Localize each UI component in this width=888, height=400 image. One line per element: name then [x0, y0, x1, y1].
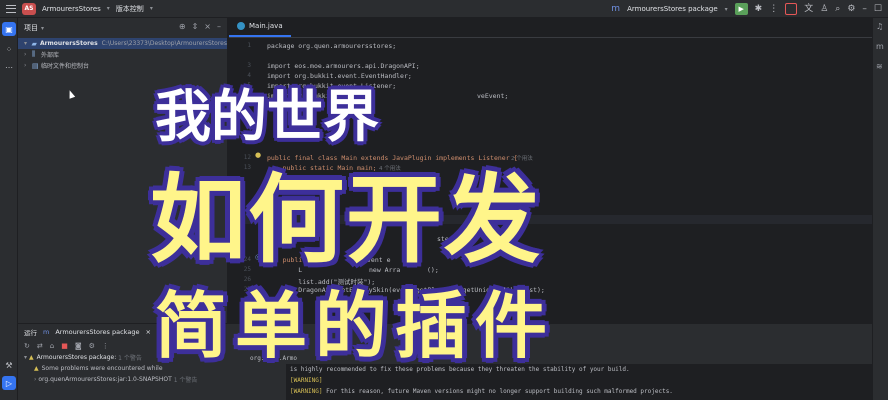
implements-marker-icon[interactable]: ●: [255, 151, 261, 159]
console-output[interactable]: org.quen.Armo is highly recommended to f…: [250, 355, 872, 400]
code-line: package org.quen.armourersstores;: [267, 42, 397, 50]
line-number: 12: [243, 154, 251, 161]
right-tool-strip: ♫ m ≋: [872, 18, 888, 400]
tree-item-project-root[interactable]: ▾ ▰ ArmourersStores C:\Users\23373\Deskt…: [18, 38, 227, 49]
chevron-right-icon[interactable]: ›: [24, 51, 32, 58]
build-tool-icon[interactable]: ⚒: [2, 358, 16, 372]
minimize-panel-icon[interactable]: –: [217, 22, 221, 31]
add-user-icon[interactable]: ♙: [820, 4, 828, 14]
maven-icon: m: [611, 3, 621, 14]
left-tool-strip: ▣ ⁘ ⋯ ⚒ ▷: [0, 18, 18, 400]
filter-icon[interactable]: ⌂: [50, 342, 54, 350]
stop-button[interactable]: [785, 3, 798, 15]
database-icon[interactable]: ≋: [876, 62, 883, 71]
project-panel-title[interactable]: 项目: [24, 23, 38, 33]
run-tree-note: 1 个警告: [173, 377, 198, 384]
tree-item-external-libraries[interactable]: › ⫼ 外部库: [18, 49, 227, 60]
console-line: [WARNING] For this reason, future Maven …: [286, 386, 872, 397]
run-panel-title[interactable]: 运行: [24, 327, 37, 337]
console-prefix: [WARNING]: [290, 388, 323, 395]
settings-icon[interactable]: ⚙: [89, 342, 95, 350]
java-file-icon: [237, 22, 245, 30]
line-number: 3: [247, 62, 251, 69]
folder-icon: ▰: [31, 39, 37, 48]
run-config-selector[interactable]: ArmourersStores package: [627, 5, 718, 13]
scratch-icon: ▤: [32, 61, 39, 70]
chevron-down-icon[interactable]: ▾: [24, 40, 32, 47]
code-line: import org.bukkit.event.EventHandler;: [267, 72, 412, 80]
run-tree-note: 1 个警告: [118, 355, 142, 362]
collapse-icon[interactable]: ⇕: [192, 22, 199, 31]
run-button[interactable]: ▶: [734, 3, 748, 15]
structure-tool-icon[interactable]: ⁘: [2, 42, 16, 56]
more-icon[interactable]: ⋮: [102, 342, 109, 350]
search-icon[interactable]: ⌕: [835, 4, 840, 14]
tree-item-label: 外部库: [41, 52, 60, 59]
chevron-down-icon[interactable]: ▾: [725, 6, 728, 13]
rerun-icon[interactable]: ↻: [24, 342, 30, 350]
run-tree-label: ArmourersStores package:: [36, 354, 117, 361]
main-menu-icon[interactable]: [6, 4, 16, 13]
locate-icon[interactable]: ⊕: [179, 22, 186, 31]
camera-icon[interactable]: ◙: [75, 342, 82, 350]
tab-label: Main.java: [249, 22, 283, 30]
run-tree-label: Some problems were encountered while: [41, 365, 163, 372]
code-line: import eos.moe.armourers.api.DragonAPI;: [267, 62, 420, 70]
chevron-down-icon[interactable]: ▾: [41, 25, 44, 32]
project-badge[interactable]: AS: [22, 2, 36, 15]
maven-icon: m: [43, 328, 50, 336]
debug-icon[interactable]: ✱: [755, 4, 763, 14]
line-number: 4: [247, 72, 251, 79]
console-text: For this reason, future Maven versions m…: [326, 388, 673, 395]
title-bar: AS ArmourersStores ▾ 版本控制 ▾ m ArmourersS…: [0, 0, 888, 18]
run-config-tab[interactable]: ArmourersStores package: [55, 328, 139, 336]
toggle-icon[interactable]: ⇄: [37, 342, 43, 350]
close-icon[interactable]: ×: [145, 328, 150, 336]
tab-main-java[interactable]: Main.java: [229, 17, 291, 37]
translate-icon[interactable]: 文: [804, 4, 813, 14]
overlay-title-line1: 我的世界: [155, 85, 379, 150]
tree-item-path: C:\Users\23373\Desktop\ArmourersStores: [101, 40, 227, 47]
overlay-title-line3: 简单的插件: [155, 284, 556, 368]
chevron-right-icon[interactable]: ›: [34, 376, 36, 383]
stop-icon[interactable]: ■: [61, 342, 68, 350]
console-prefix: [WARNING]: [290, 377, 323, 384]
minimize-icon[interactable]: –: [862, 4, 867, 14]
chevron-down-icon[interactable]: ▾: [107, 5, 110, 12]
gear-icon[interactable]: ⚙: [847, 4, 855, 14]
usage-hint[interactable]: 2 个用法: [511, 154, 533, 162]
maximize-icon[interactable]: ☐: [874, 4, 882, 14]
overlay-title-line2: 如何开发: [150, 164, 542, 276]
code-line: public final class Main extends JavaPlug…: [267, 154, 518, 162]
tree-item-label: 临时文件和控制台: [41, 63, 90, 70]
maven-tool-icon[interactable]: m: [876, 42, 884, 51]
chevron-down-icon[interactable]: ▾: [24, 354, 27, 361]
tree-item-scratches[interactable]: › ▤ 临时文件和控制台: [18, 60, 227, 71]
warning-icon: ▲: [34, 365, 39, 372]
line-number: 26: [243, 276, 251, 283]
project-name[interactable]: ArmourersStores: [42, 5, 101, 13]
line-number: 1: [247, 42, 251, 49]
warning-icon: ▲: [28, 354, 34, 361]
project-tool-icon[interactable]: ▣: [2, 22, 16, 36]
code-fragment: veEvent;: [477, 92, 509, 100]
notifications-icon[interactable]: ♫: [876, 22, 883, 31]
more-tools-icon[interactable]: ⋯: [2, 60, 16, 74]
vcs-menu[interactable]: 版本控制: [116, 4, 144, 14]
close-icon[interactable]: ×: [204, 22, 211, 31]
more-actions-icon[interactable]: ⋮: [769, 4, 778, 14]
chevron-right-icon[interactable]: ›: [24, 62, 32, 69]
console-line: [WARNING]: [286, 375, 872, 386]
mouse-cursor-icon: [66, 89, 76, 99]
run-tree-label: org.quenArmourersStores:jar:1.0-SNAPSHOT: [38, 376, 172, 383]
chevron-down-icon[interactable]: ▾: [150, 5, 153, 12]
library-icon: ⫼: [32, 50, 36, 58]
run-tool-icon[interactable]: ▷: [2, 376, 16, 390]
tree-item-label: ArmourersStores: [39, 40, 98, 47]
